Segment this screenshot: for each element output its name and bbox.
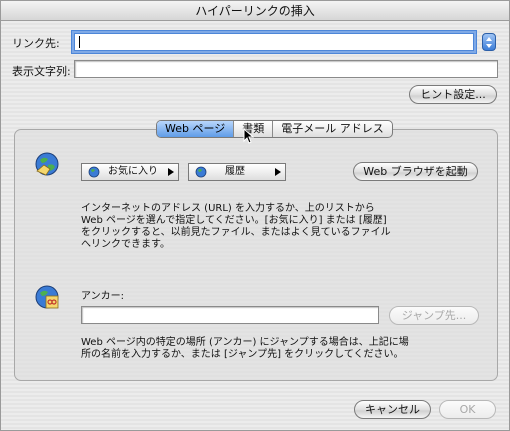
link-input[interactable]: [74, 33, 474, 51]
anchor-globe-icon: [35, 285, 59, 309]
display-text-label: 表示文字列:: [12, 65, 71, 78]
globe-icon: [88, 166, 100, 178]
globe-icon: [195, 166, 207, 178]
anchor-label: アンカー:: [81, 291, 124, 302]
web-instructions: インターネットのアドレス (URL) を入力するか、上のリストから Web ペー…: [81, 203, 391, 250]
triangle-right-icon: [168, 168, 174, 176]
cancel-button[interactable]: キャンセル: [354, 400, 431, 419]
ok-button[interactable]: OK: [439, 400, 496, 419]
text-caret: [79, 36, 80, 48]
launch-browser-button[interactable]: Web ブラウザを起動: [353, 162, 478, 181]
history-label: 履歴: [225, 166, 245, 177]
hint-settings-button[interactable]: ヒント設定...: [409, 85, 497, 104]
anchor-instructions: Web ページ内の特定の場所 (アンカー) にジャンプする場合は、上記に場所の名…: [81, 337, 409, 360]
display-text-input[interactable]: [74, 60, 498, 78]
globe-icon: [35, 152, 59, 176]
jump-to-button[interactable]: ジャンプ先...: [389, 306, 479, 325]
favorites-label: お気に入り: [108, 166, 158, 177]
tab-web-page[interactable]: Web ページ: [157, 121, 235, 137]
favorites-button[interactable]: お気に入り: [81, 163, 179, 181]
link-label: リンク先:: [12, 37, 60, 50]
link-dropdown-button[interactable]: [482, 33, 496, 51]
anchor-input[interactable]: [81, 306, 379, 324]
stepper-arrows-icon: [486, 37, 492, 48]
tab-email-address[interactable]: 電子メール アドレス: [273, 121, 392, 137]
link-type-tabs: Web ページ 書類 電子メール アドレス: [156, 120, 393, 138]
triangle-right-icon: [275, 168, 281, 176]
history-button[interactable]: 履歴: [188, 163, 286, 181]
dialog-window: ハイパーリンクの挿入 リンク先: 表示文字列: ヒント設定... Web ページ…: [0, 0, 510, 431]
window-title: ハイパーリンクの挿入: [1, 1, 509, 21]
mouse-pointer-icon: [243, 128, 254, 144]
